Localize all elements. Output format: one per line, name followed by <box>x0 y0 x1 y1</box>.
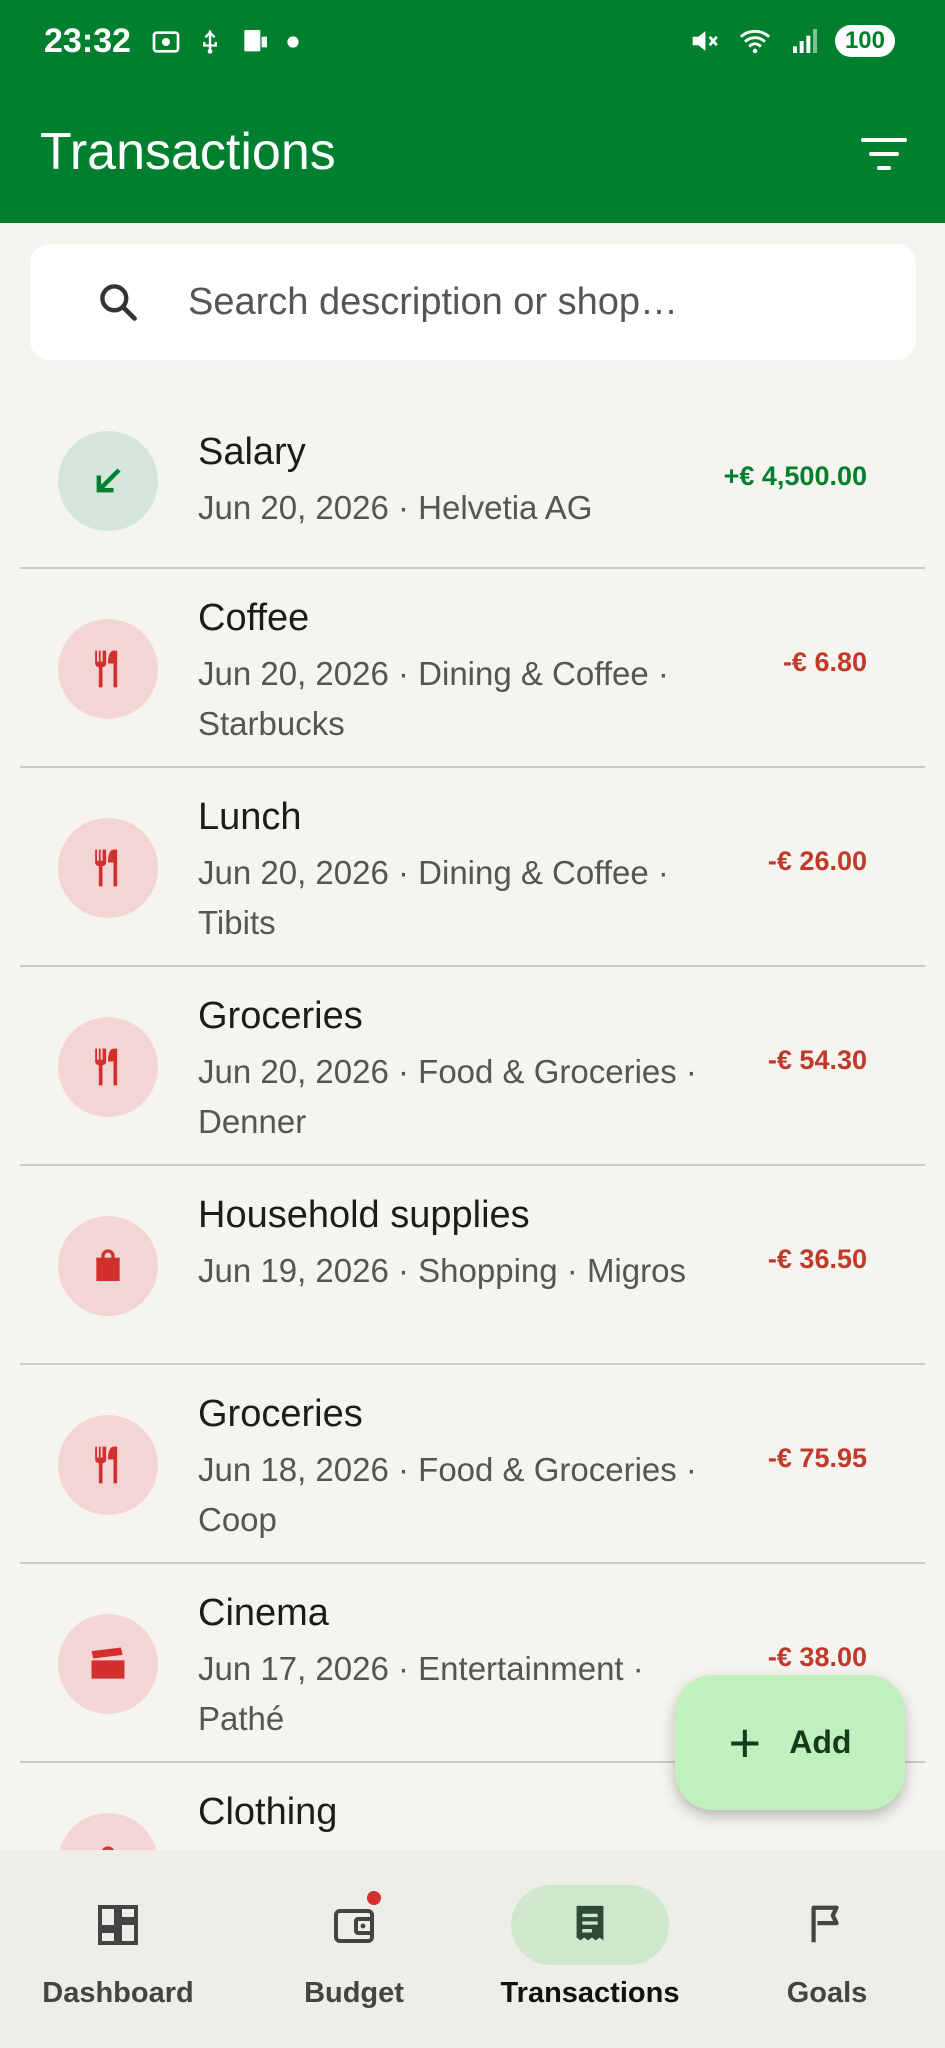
category-avatar <box>58 431 158 531</box>
category-avatar <box>58 1415 158 1515</box>
nav-pill <box>511 1885 669 1965</box>
page-title: Transactions <box>40 123 336 181</box>
nav-label: Goals <box>786 1977 868 2009</box>
transaction-title: Groceries <box>198 995 363 1037</box>
receipt-icon <box>576 1905 604 1941</box>
add-transaction-button[interactable]: + Add <box>675 1675 905 1810</box>
transaction-subtitle: Jun 17, 2026 · Entertainment · Pathé <box>198 1650 644 1737</box>
nav-pill <box>275 1885 433 1965</box>
nav-item-goals[interactable]: Goals <box>709 1850 945 2048</box>
transaction-subtitle: Jun 20, 2026 · Helvetia AG <box>198 489 593 526</box>
nav-pill <box>748 1885 906 1965</box>
restaurant-icon <box>95 1048 118 1086</box>
transaction-amount: -€ 36.50 <box>767 1244 867 1274</box>
transaction-amount: -€ 26.00 <box>767 846 867 876</box>
restaurant-icon <box>95 1446 118 1484</box>
transaction-subtitle: Jun 20, 2026 · Food & Groceries · Denner <box>198 1053 697 1140</box>
signal-icon <box>792 29 817 53</box>
transaction-amount: -€ 54.30 <box>767 1045 867 1075</box>
transaction-subtitle: Jun 20, 2026 · Dining & Coffee · Starbuc… <box>198 655 669 742</box>
list-item[interactable]: Coffee Jun 20, 2026 · Dining & Coffee · … <box>20 569 925 768</box>
status-right-icons: 100 <box>687 24 895 58</box>
filter-icon[interactable] <box>859 134 909 174</box>
plus-icon: + <box>728 1710 762 1774</box>
list-item[interactable]: Household supplies Jun 19, 2026 · Shoppi… <box>20 1166 925 1365</box>
bottom-navigation: Dashboard Budget Transactions Goals <box>0 1850 945 2048</box>
transaction-title: Clothing <box>198 1791 338 1833</box>
category-avatar <box>58 619 158 719</box>
list-item[interactable]: Lunch Jun 20, 2026 · Dining & Coffee · T… <box>20 768 925 967</box>
list-item[interactable]: Groceries Jun 20, 2026 · Food & Grocerie… <box>20 967 925 1166</box>
list-item[interactable]: Groceries Jun 18, 2026 · Food & Grocerie… <box>20 1365 925 1564</box>
restaurant-icon <box>95 849 118 887</box>
status-left-icons <box>150 26 300 58</box>
transaction-title: Groceries <box>198 1393 363 1435</box>
transaction-subtitle: Jun 20, 2026 · Dining & Coffee · Tibits <box>198 854 669 941</box>
shopping-bag-icon <box>102 1846 114 1850</box>
app-bar: Transactions <box>0 90 945 223</box>
transaction-title: Household supplies <box>198 1194 530 1236</box>
nav-pill <box>39 1885 197 1965</box>
flag-icon <box>811 1905 839 1943</box>
mute-icon <box>692 31 718 51</box>
category-avatar <box>58 1017 158 1117</box>
dashboard-icon <box>98 1905 138 1945</box>
search-bar[interactable] <box>30 244 916 360</box>
category-avatar <box>58 1813 158 1850</box>
clapperboard-icon <box>91 1647 125 1679</box>
wifi-icon <box>739 29 771 54</box>
status-bar: 23:32 100 <box>0 0 945 90</box>
transaction-amount: +€ 4,500.00 <box>723 461 867 491</box>
transaction-amount: -€ 38.00 <box>767 1642 867 1672</box>
add-button-label: Add <box>789 1724 852 1760</box>
shopping-bag-icon <box>96 1249 120 1281</box>
category-avatar <box>58 1614 158 1714</box>
nav-label: Dashboard <box>42 1977 194 2009</box>
dot-icon <box>287 36 299 48</box>
nav-label: Budget <box>304 1977 404 2009</box>
screenshot-icon <box>152 31 180 53</box>
category-avatar <box>58 818 158 918</box>
nav-label: Transactions <box>500 1977 680 2009</box>
transaction-amount: -€ 6.80 <box>782 647 867 677</box>
search-icon <box>100 284 137 321</box>
battery-indicator: 100 <box>834 25 895 57</box>
list-item[interactable]: Salary Jun 20, 2026 · Helvetia AG +€ 4,5… <box>20 395 925 569</box>
restaurant-icon <box>95 650 118 688</box>
transaction-title: Coffee <box>198 597 310 639</box>
transaction-title: Salary <box>198 431 306 473</box>
status-time: 23:32 <box>44 22 131 60</box>
transaction-list[interactable]: Salary Jun 20, 2026 · Helvetia AG +€ 4,5… <box>0 395 945 1850</box>
nfc-icon <box>244 30 267 52</box>
category-avatar <box>58 1216 158 1316</box>
transaction-subtitle: Jun 18, 2026 · Food & Groceries · Coop <box>198 1451 697 1538</box>
transaction-title: Lunch <box>198 796 302 838</box>
nav-item-budget[interactable]: Budget <box>236 1850 472 2048</box>
nav-item-transactions[interactable]: Transactions <box>472 1850 708 2048</box>
wallet-icon <box>334 1909 374 1943</box>
search-input[interactable] <box>188 268 888 336</box>
transaction-subtitle: Jun 19, 2026 · Shopping · Migros <box>198 1252 686 1289</box>
notification-badge <box>367 1891 381 1905</box>
transaction-title: Cinema <box>198 1592 329 1634</box>
nav-item-dashboard[interactable]: Dashboard <box>0 1850 236 2048</box>
transaction-amount: -€ 75.95 <box>767 1443 867 1473</box>
arrow-down-left-icon <box>96 468 121 493</box>
usb-icon <box>203 30 217 54</box>
